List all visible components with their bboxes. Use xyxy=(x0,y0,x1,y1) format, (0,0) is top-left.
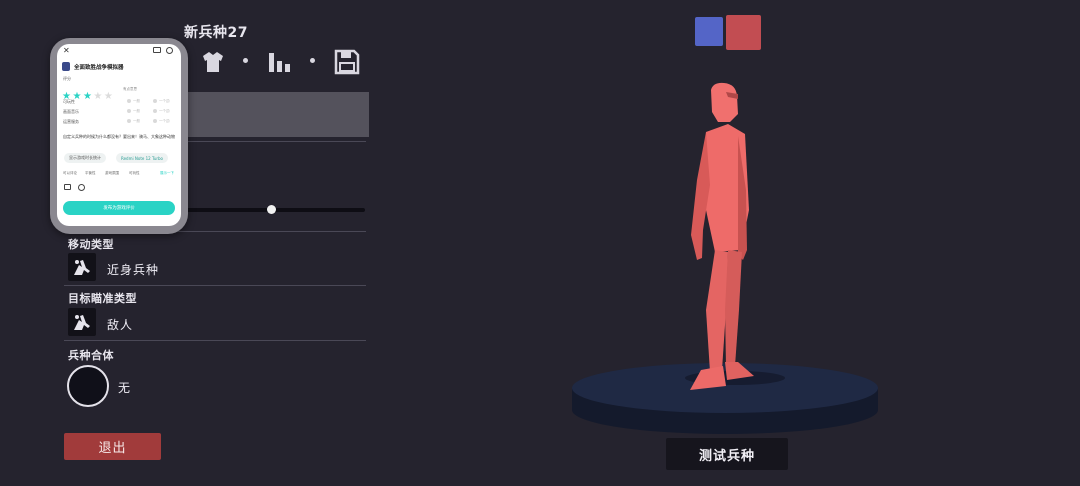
meta-label: 可以评论 xyxy=(63,171,77,175)
rating-hint: 有点意思 xyxy=(123,87,137,91)
toolbar-separator xyxy=(243,58,248,63)
target-type-value[interactable]: 敌人 xyxy=(107,316,133,333)
criteria-radio[interactable] xyxy=(127,119,131,123)
criteria-radio[interactable] xyxy=(127,109,131,113)
playtime-chip[interactable]: 显示游戏时长统计 xyxy=(64,153,106,163)
criteria-label-1: 可玩性 xyxy=(63,99,75,104)
meta-item[interactable]: 游戏氛围 xyxy=(105,171,119,176)
melee-unit-icon[interactable] xyxy=(68,253,96,281)
team-red-swatch[interactable] xyxy=(726,15,761,50)
divider xyxy=(64,285,366,286)
star-icon[interactable]: ★ xyxy=(93,91,102,102)
phone-review-screen[interactable]: ✕ 全面致胜战争模拟器 评分 ★ ★ ★ ★ ★ 有点意思 可玩性 一般 一个劲 画面音… xyxy=(57,44,181,226)
app-shield-icon xyxy=(62,62,70,71)
target-type-label: 目标瞄准类型 xyxy=(68,292,137,305)
close-icon[interactable]: ✕ xyxy=(63,46,70,55)
criteria-option: 一个劲 xyxy=(159,109,170,113)
exit-button[interactable]: 退出 xyxy=(64,433,161,460)
publish-button[interactable]: 发布为游戏评价 xyxy=(63,201,175,215)
divider xyxy=(64,340,366,341)
unit-preview[interactable] xyxy=(560,70,890,440)
criteria-option: 一般 xyxy=(133,99,140,103)
test-unit-button[interactable]: 测试兵种 xyxy=(666,438,788,470)
image-icon[interactable] xyxy=(64,184,71,190)
movement-type-value[interactable]: 近身兵种 xyxy=(107,261,159,278)
criteria-radio[interactable] xyxy=(127,99,131,103)
combine-label: 兵种合体 xyxy=(68,349,114,362)
shirt-icon[interactable] xyxy=(200,48,226,76)
emoji-icon[interactable] xyxy=(78,184,85,191)
unit-name-field[interactable] xyxy=(184,92,369,137)
criteria-label-2: 画面音乐 xyxy=(63,109,79,114)
criteria-radio[interactable] xyxy=(153,119,157,123)
humanoid-figure xyxy=(690,82,754,390)
criteria-option: 一般 xyxy=(133,109,140,113)
save-icon[interactable] xyxy=(334,48,360,76)
toolbar-separator xyxy=(310,58,315,63)
divider xyxy=(180,141,366,142)
device-chip[interactable]: Redmi Note 12 Turbo xyxy=(116,153,168,163)
stats-icon[interactable] xyxy=(266,48,292,76)
star-icon[interactable]: ★ xyxy=(104,91,113,102)
camera-icon[interactable] xyxy=(153,47,161,53)
criteria-radio[interactable] xyxy=(153,109,157,113)
criteria-label-3: 运营服务 xyxy=(63,119,79,124)
criteria-option: 一个劲 xyxy=(159,119,170,123)
team-blue-swatch[interactable] xyxy=(695,17,723,46)
combine-value: 无 xyxy=(118,381,132,395)
app-title: 全面致胜战争模拟器 xyxy=(74,65,124,71)
review-text[interactable]: 自定义兵种的时候为什么都没有？要出来！骑马、大象这种动物 xyxy=(63,134,175,141)
chat-icon[interactable] xyxy=(166,47,173,54)
meta-item[interactable]: 平衡性 xyxy=(85,171,96,176)
unit-name-title: 新兵种27 xyxy=(184,25,248,41)
size-slider-handle[interactable] xyxy=(267,205,276,214)
meta-link[interactable]: 展示一下 xyxy=(160,171,174,176)
criteria-radio[interactable] xyxy=(153,99,157,103)
target-enemy-icon[interactable] xyxy=(68,308,96,336)
meta-item[interactable]: 可玩性 xyxy=(129,171,140,176)
criteria-option: 一般 xyxy=(133,119,140,123)
criteria-option: 一个劲 xyxy=(159,99,170,103)
rating-label: 评分 xyxy=(63,76,71,81)
combine-slot[interactable] xyxy=(67,365,109,407)
star-icon[interactable]: ★ xyxy=(83,91,92,102)
movement-type-label: 移动类型 xyxy=(68,238,114,251)
